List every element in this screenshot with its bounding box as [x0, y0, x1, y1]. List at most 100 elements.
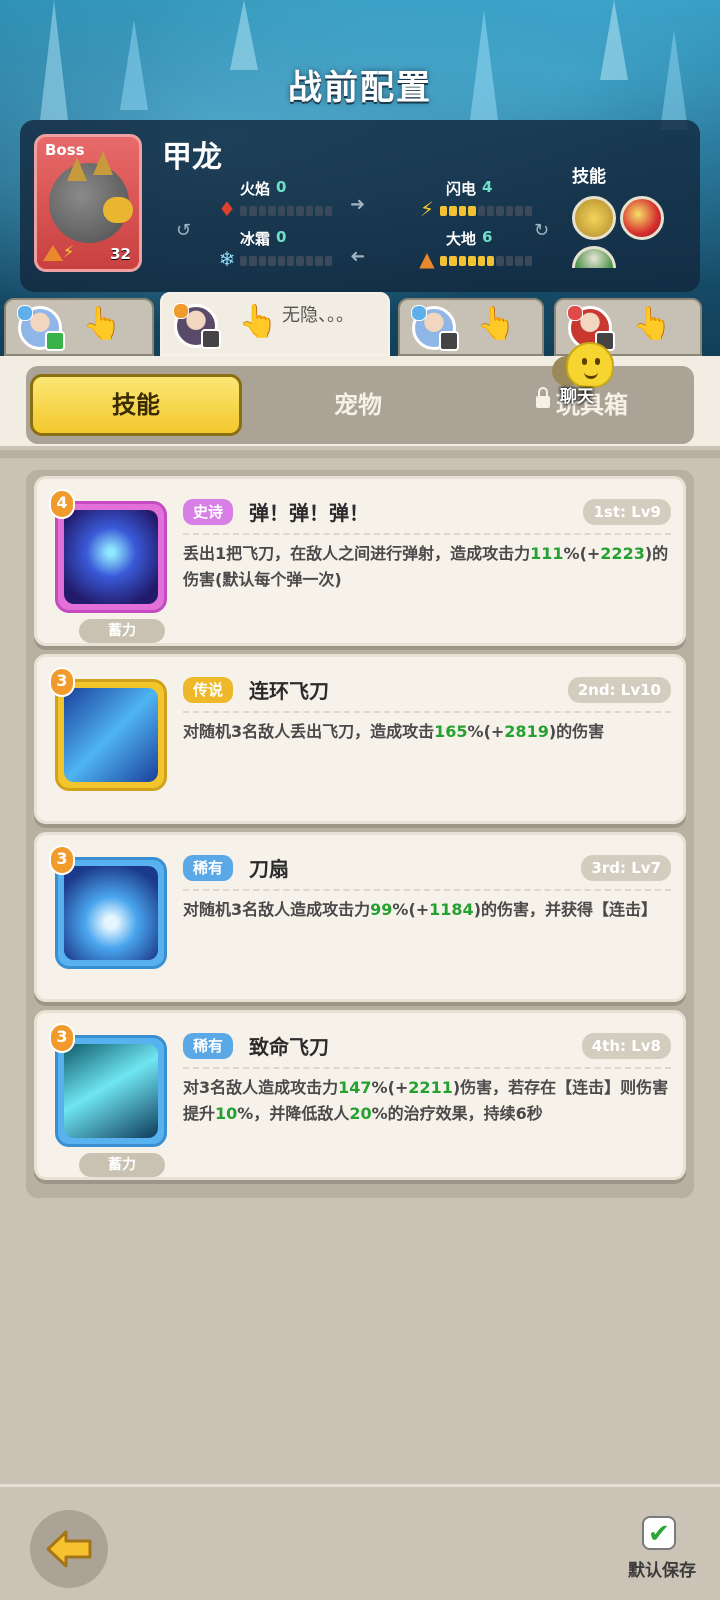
boss-skill-icon[interactable]: [620, 196, 664, 240]
stat-value: 0: [276, 178, 287, 196]
stat-bar-segment: [515, 206, 523, 216]
stat-bar-segment: [496, 256, 504, 266]
stat-bar-segment: [440, 256, 448, 266]
stat-bar-segment: [524, 256, 533, 266]
stat-bar-segment: [287, 256, 295, 266]
bottom-bar: [0, 1484, 720, 1600]
skill-name: 弹！弹！弹！: [249, 501, 369, 525]
divider: [183, 533, 671, 535]
stat-bar-segment: [240, 256, 248, 266]
stat-bar-segment: [296, 256, 304, 266]
hero-tab-1[interactable]: 👆: [4, 298, 154, 356]
stat-bar-segment: [487, 256, 495, 266]
boss-beak: [103, 197, 133, 223]
hero-tab-3[interactable]: 👆: [398, 298, 544, 356]
skill-cost-badge: 3: [49, 667, 77, 699]
rarity-badge: 稀有: [183, 1033, 234, 1059]
stat-bar-segment: [315, 256, 323, 266]
stat-label: 闪电: [446, 180, 477, 198]
stat-bar: [240, 256, 333, 266]
stat-bar: [440, 206, 533, 216]
stat-bar-segment: [249, 206, 257, 216]
boss-card[interactable]: Boss ⚡ 32: [34, 134, 142, 272]
earth-element-icon: [43, 245, 63, 261]
boss-skills-label: 技能: [572, 167, 606, 187]
boss-info-panel: Boss ⚡ 32 甲龙 火焰 0 ♦ 闪电 4 ⚡ 冰霜 0 ❄ 大地 6 ▲…: [20, 120, 700, 292]
divider: [183, 1067, 671, 1069]
skill-cost-badge: 3: [49, 845, 77, 877]
divider: [0, 450, 720, 458]
deadly-knife-icon: [64, 1044, 158, 1138]
eye: [582, 358, 587, 365]
tab-pets[interactable]: 宠物: [252, 374, 464, 436]
chat-icon: [45, 331, 65, 351]
fire-icon: ♦: [218, 197, 236, 221]
hero-tab-2[interactable]: 👆 无隐、。。: [160, 292, 390, 356]
page-title: 战前配置: [288, 68, 432, 108]
skill-cost-badge: 3: [49, 1023, 77, 1055]
skill-slot-level: 2nd: Lv10: [567, 677, 671, 703]
cycle-arrow-icon: ➜: [350, 246, 366, 267]
hero-avatar: [17, 305, 65, 351]
stat-bar-segment: [296, 206, 304, 216]
stat-label: 冰霜: [240, 230, 271, 248]
chat-icon: [201, 329, 221, 349]
lightning-icon: ⚡: [419, 197, 435, 221]
charge-label: 蓄力: [79, 1153, 165, 1177]
chat-label[interactable]: 聊天: [560, 382, 594, 407]
rarity-badge: 传说: [183, 677, 234, 703]
skill-description: 对随机3名敌人丢出飞刀，造成攻击165%(+2819)的伤害: [183, 722, 605, 741]
stat-value: 4: [482, 178, 493, 196]
divider: [183, 889, 671, 891]
blade-fan-icon: [64, 866, 158, 960]
boss-level: 32: [110, 245, 131, 263]
stat-bar-segment: [468, 256, 476, 266]
skill-card-1[interactable]: 4 蓄力 史诗 弹！弹！弹！ 1st: Lv9 丢出1把飞刀，在敌人之间进行弹射…: [34, 476, 686, 646]
skill-slot-level: 4th: Lv8: [581, 1033, 671, 1059]
hero-chat-message: 无隐、。。: [282, 305, 354, 326]
save-checkbox[interactable]: ✔: [642, 1516, 676, 1550]
chat-icon: [439, 331, 459, 351]
rarity-badge: 史诗: [183, 499, 234, 525]
cycle-arrow-icon: ➜: [350, 194, 366, 215]
hand-pointer-icon: 👆: [238, 302, 278, 340]
stat-value: 0: [276, 228, 287, 246]
tab-skills[interactable]: 技能: [30, 374, 242, 436]
save-label[interactable]: 默认保存: [622, 1556, 702, 1581]
stat-bar-segment: [305, 206, 314, 216]
stat-bar-segment: [505, 256, 514, 266]
hand-pointer-icon: 👆: [82, 304, 122, 342]
stat-bar-segment: [240, 206, 248, 216]
skill-list: 4 蓄力 史诗 弹！弹！弹！ 1st: Lv9 丢出1把飞刀，在敌人之间进行弹射…: [26, 470, 694, 1198]
stat-bar-segment: [315, 206, 323, 216]
stat-bar-segment: [458, 256, 467, 266]
skill-card-3[interactable]: 3 稀有 刀扇 3rd: Lv7 对随机3名敌人造成攻击力99%(+1184)的…: [34, 832, 686, 1002]
stat-bar-segment: [277, 206, 286, 216]
hero-avatar: [173, 303, 221, 349]
element-icon: [567, 305, 583, 321]
skill-name: 刀扇: [249, 857, 289, 881]
snowflake-icon: ❄: [218, 247, 236, 271]
lightning-element-icon: ⚡: [63, 242, 75, 261]
boss-skill-icon[interactable]: [572, 196, 616, 240]
skill-card-4[interactable]: 3 蓄力 稀有 致命飞刀 4th: Lv8 对3名敌人造成攻击力147%(+22…: [34, 1010, 686, 1180]
divider: [183, 711, 671, 713]
skill-description: 对3名敌人造成攻击力147%(+2211)伤害，若存在【连击】则伤害提升10%，…: [183, 1078, 669, 1123]
skill-name: 致命飞刀: [249, 1035, 329, 1059]
earth-icon: ▲: [419, 247, 435, 271]
skill-card-2[interactable]: 3 传说 连环飞刀 2nd: Lv10 对随机3名敌人丢出飞刀，造成攻击165%…: [34, 654, 686, 824]
stat-bar-segment: [258, 206, 267, 216]
stat-label: 火焰: [240, 180, 271, 198]
stat-frost: 冰霜 0 ❄: [219, 228, 410, 278]
rarity-badge: 稀有: [183, 855, 234, 881]
skill-cost-badge: 4: [49, 489, 77, 521]
stat-bar-segment: [477, 206, 486, 216]
skill-description: 丢出1把飞刀，在敌人之间进行弹射，造成攻击力111%(+2223)的伤害(默认每…: [183, 544, 669, 589]
check-icon: ✔: [648, 1519, 670, 1549]
cycle-arrow-icon: ↺: [176, 220, 192, 241]
stat-bar-segment: [268, 206, 276, 216]
back-button[interactable]: [30, 1510, 108, 1588]
horn-icon: [93, 151, 113, 175]
hand-pointer-icon: 👆: [476, 304, 516, 342]
horn-icon: [67, 157, 87, 181]
